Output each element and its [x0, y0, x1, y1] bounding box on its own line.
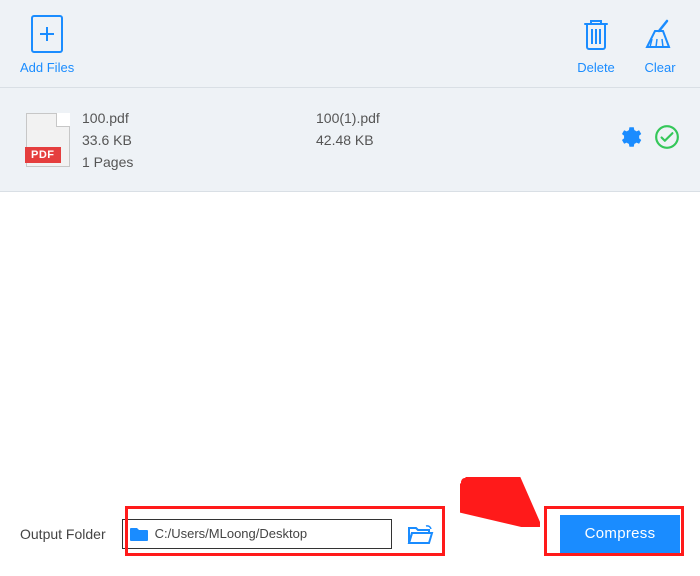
toolbar: Add Files Delete: [0, 0, 700, 88]
file-row[interactable]: PDF 100.pdf 33.6 KB 1 Pages 100(1).pdf 4…: [0, 88, 700, 192]
file-input-info: 100.pdf 33.6 KB 1 Pages: [76, 110, 306, 170]
clear-label: Clear: [644, 60, 675, 75]
browse-folder-button[interactable]: [402, 523, 434, 545]
compress-label: Compress: [585, 525, 656, 542]
file-pages: 1 Pages: [82, 154, 306, 170]
file-type-icon: PDF: [20, 113, 76, 167]
delete-label: Delete: [577, 60, 615, 75]
add-files-label: Add Files: [20, 60, 74, 75]
broom-icon: [640, 14, 680, 54]
file-output-info: 100(1).pdf 42.48 KB: [306, 110, 616, 170]
file-name: 100.pdf: [82, 110, 306, 126]
file-settings-button[interactable]: [616, 124, 642, 155]
gear-icon: [616, 124, 642, 150]
content-area: [0, 192, 700, 492]
folder-icon: [129, 526, 149, 542]
add-file-icon: [27, 14, 67, 54]
file-list: PDF 100.pdf 33.6 KB 1 Pages 100(1).pdf 4…: [0, 88, 700, 192]
footer: Output Folder C:/Users/MLoong/Desktop Co…: [0, 491, 700, 576]
pdf-badge: PDF: [25, 147, 61, 163]
output-folder-path: C:/Users/MLoong/Desktop: [155, 526, 385, 541]
clear-button[interactable]: Clear: [640, 14, 680, 75]
toolbar-right: Delete Clear: [576, 14, 680, 75]
trash-icon: [576, 14, 616, 54]
file-size: 33.6 KB: [82, 132, 306, 148]
file-actions: [616, 124, 680, 155]
delete-button[interactable]: Delete: [576, 14, 616, 75]
checkmark-circle-icon: [654, 124, 680, 150]
toolbar-left: Add Files: [20, 14, 74, 75]
file-output-name: 100(1).pdf: [316, 110, 616, 126]
add-files-button[interactable]: Add Files: [20, 14, 74, 75]
open-folder-icon: [406, 523, 434, 545]
output-folder-label: Output Folder: [20, 526, 106, 542]
compress-button[interactable]: Compress: [560, 515, 680, 553]
file-status-done: [654, 124, 680, 155]
output-folder-input[interactable]: C:/Users/MLoong/Desktop: [122, 519, 392, 549]
file-output-size: 42.48 KB: [316, 132, 616, 148]
